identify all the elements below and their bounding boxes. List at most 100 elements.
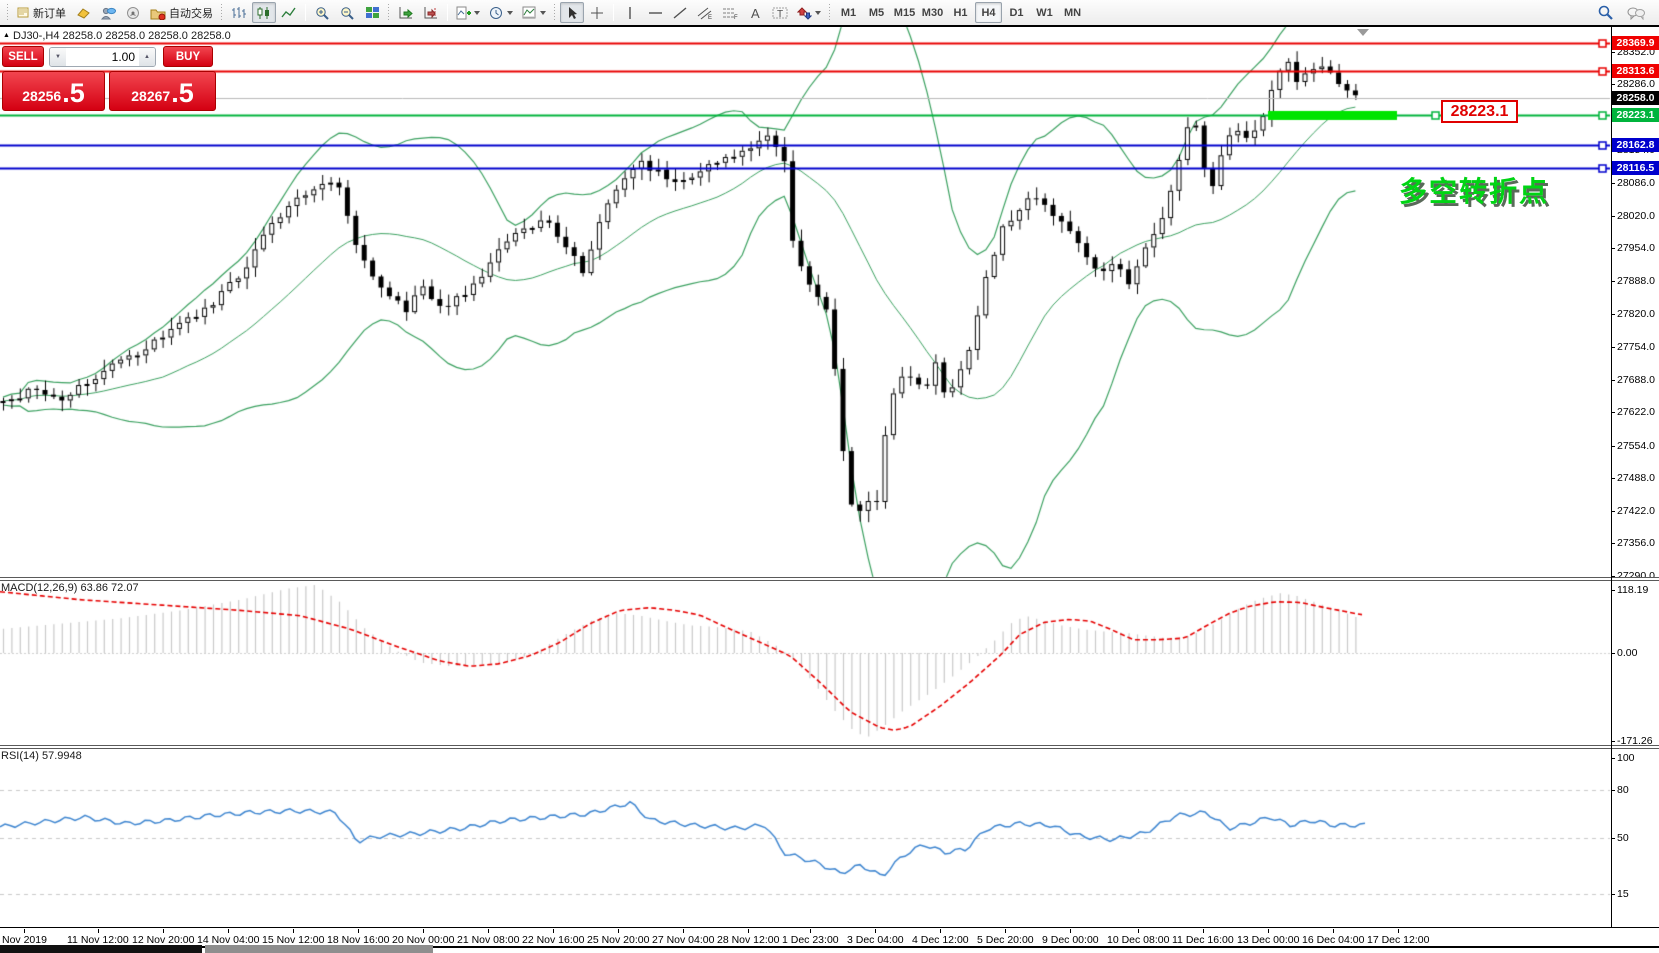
time-axis-label: 22 Nov 16:00 [522, 929, 584, 946]
toolbar-grip[interactable] [387, 4, 391, 22]
timeframe-button[interactable]: M30 [919, 2, 946, 23]
volume-up-button[interactable]: ▲ [139, 48, 155, 66]
text-label-button[interactable]: T [768, 2, 792, 23]
trendline-button[interactable] [668, 2, 692, 23]
time-axis-label: 21 Nov 08:00 [457, 929, 519, 946]
price-axis-tick: 27888.0 [1611, 275, 1659, 287]
volume-input[interactable] [66, 48, 139, 66]
time-axis-label: 10 Dec 08:00 [1107, 929, 1169, 946]
buy-price-button[interactable]: 28267 .5 [109, 71, 216, 111]
price-axis-tick: 27688.0 [1611, 374, 1659, 386]
zoom-in-button[interactable] [310, 2, 334, 23]
annotation-text[interactable]: 多空转折点 [1399, 170, 1549, 210]
signals-button[interactable] [121, 2, 145, 23]
arrows-button[interactable] [793, 2, 825, 23]
chart-line-button[interactable] [277, 2, 301, 23]
chart-candles-button[interactable] [252, 2, 276, 23]
price-tag: 28258.0 [1612, 91, 1659, 105]
zoom-in-icon [315, 6, 330, 20]
timeframe-button[interactable]: H4 [975, 2, 1002, 23]
rsi-axis-tick: 15 [1611, 888, 1659, 900]
time-axis-label: 4 Dec 12:00 [912, 929, 969, 946]
price-axis-tick: 27754.0 [1611, 341, 1659, 353]
sell-button[interactable]: SELL [2, 46, 44, 67]
chart-shift-marker-icon[interactable] [1357, 29, 1369, 36]
crosshair-button[interactable] [585, 2, 609, 23]
gold-book-icon [76, 6, 91, 19]
indicators-button[interactable] [452, 2, 484, 23]
toolbar-grip[interactable] [553, 4, 557, 22]
macd-pane-divider[interactable] [0, 577, 1659, 581]
tile-windows-icon [365, 6, 380, 20]
cursor-button[interactable] [560, 2, 584, 23]
time-axis-label: 1 Dec 23:00 [782, 929, 839, 946]
trendline-icon [673, 6, 687, 20]
trade-panel-toggle-icon[interactable]: ▲ [3, 32, 10, 39]
timeframe-button[interactable]: H1 [947, 2, 974, 23]
svg-text:F: F [734, 15, 738, 20]
auto-trading-button[interactable]: 自动交易 [146, 2, 217, 23]
timeframe-button[interactable]: M1 [835, 2, 862, 23]
toolbar-separator [305, 4, 306, 21]
sell-price-button[interactable]: 28256 .5 [2, 71, 105, 111]
time-axis-label: 17 Dec 12:00 [1367, 929, 1429, 946]
toolbar-grip[interactable] [220, 4, 224, 22]
toolbar-grip[interactable] [828, 4, 832, 22]
line-chart-icon [281, 6, 297, 20]
fibonacci-button[interactable]: F [718, 2, 742, 23]
periods-button[interactable] [485, 2, 517, 23]
price-tag: 28313.6 [1612, 64, 1659, 78]
signal-icon [126, 6, 141, 20]
rsi-axis-tick: 50 [1611, 832, 1659, 844]
price-tag: 28116.5 [1612, 161, 1659, 175]
timeframe-button[interactable]: D1 [1003, 2, 1030, 23]
price-axis-tick: 27622.0 [1611, 406, 1659, 418]
timeframe-button[interactable]: M5 [863, 2, 890, 23]
toolbar-grip[interactable] [6, 4, 10, 22]
search-icon [1598, 5, 1613, 20]
tile-windows-button[interactable] [360, 2, 384, 23]
timeframe-button[interactable]: MN [1059, 2, 1086, 23]
history-center-button[interactable] [71, 2, 95, 23]
horizontal-line-button[interactable] [643, 2, 667, 23]
buy-price: 28267 [131, 85, 170, 107]
crosshair-icon [590, 6, 604, 20]
search-button[interactable] [1593, 2, 1617, 23]
zoom-out-button[interactable] [335, 2, 359, 23]
sell-price: 28256 [22, 85, 61, 107]
rsi-axis-tick: 100 [1611, 752, 1659, 764]
chart-shift-button[interactable] [419, 2, 443, 23]
sell-price-fraction: .5 [62, 80, 85, 107]
time-axis-label: 18 Nov 16:00 [327, 929, 389, 946]
price-callout-label[interactable]: 28223.1 [1441, 100, 1518, 123]
auto-scroll-button[interactable] [394, 2, 418, 23]
auto-scroll-icon [398, 6, 414, 20]
volume-down-button[interactable]: ▼ [50, 48, 66, 66]
community-button[interactable] [96, 2, 120, 23]
time-axis-label: 11 Nov 12:00 [67, 929, 129, 946]
auto-trading-icon [150, 6, 166, 20]
price-axis-tick: 27356.0 [1611, 537, 1659, 549]
time-axis-line [0, 927, 1659, 928]
macd-indicator-label: MACD(12,26,9) 63.86 72.07 [1, 582, 139, 594]
chart-bars-button[interactable] [227, 2, 251, 23]
timeframe-button[interactable]: M15 [891, 2, 918, 23]
chat-icon [1627, 6, 1645, 20]
text-button[interactable]: A [743, 2, 767, 23]
new-order-button[interactable]: 新订单 [13, 2, 70, 23]
one-click-trade-panel: SELL ▼ ▲ BUY 28256 .5 28267 .5 [2, 46, 216, 111]
buy-button[interactable]: BUY [163, 46, 213, 67]
time-axis-label: 12 Nov 20:00 [132, 929, 194, 946]
equidistant-channel-button[interactable]: E [693, 2, 717, 23]
chart-canvas[interactable] [0, 0, 1659, 953]
time-axis-label: 25 Nov 20:00 [587, 929, 649, 946]
templates-button[interactable] [518, 2, 550, 23]
horizontal-line-icon [648, 6, 663, 20]
rsi-pane-divider[interactable] [0, 745, 1659, 749]
vertical-line-button[interactable] [618, 2, 642, 23]
price-axis-tick: 28286.0 [1611, 78, 1659, 90]
timeframe-button[interactable]: W1 [1031, 2, 1058, 23]
chat-button[interactable] [1623, 2, 1649, 23]
arrows-icon [797, 6, 812, 20]
time-axis-label: 28 Nov 12:00 [717, 929, 779, 946]
